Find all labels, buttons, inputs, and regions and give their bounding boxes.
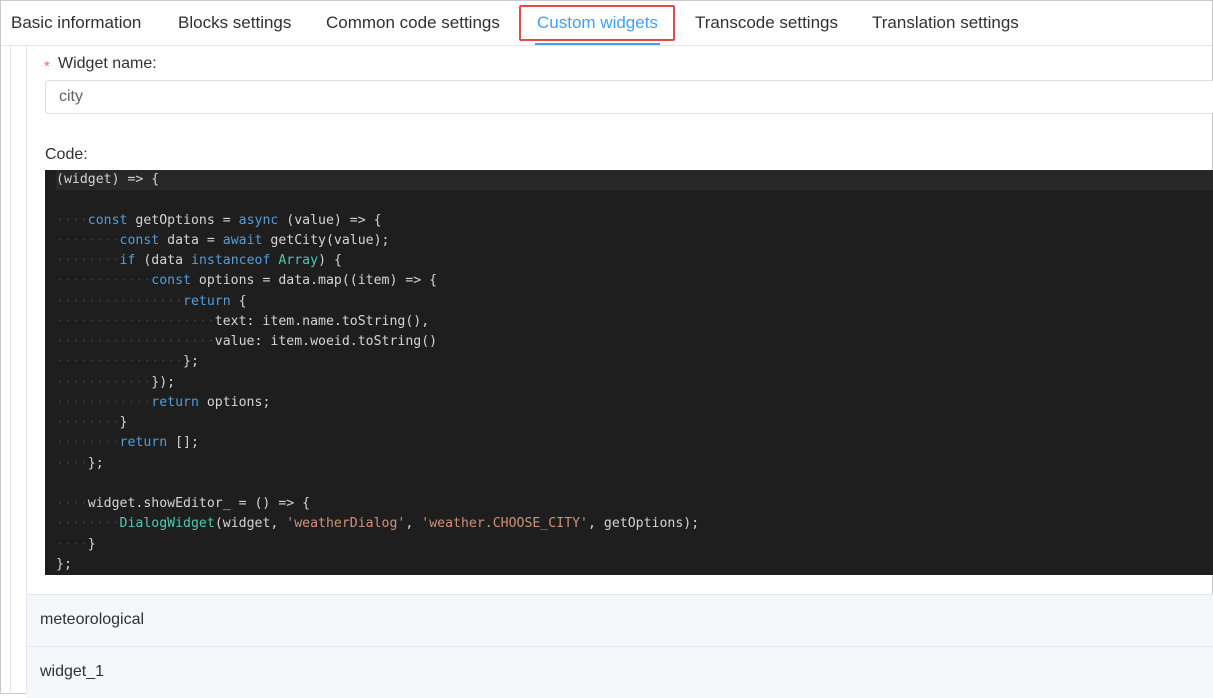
- code-line: ········}: [56, 415, 128, 430]
- code-line: ············const options = data.map((it…: [56, 273, 438, 289]
- tab-basic-information[interactable]: Basic information: [11, 13, 141, 33]
- tab-translation-settings[interactable]: Translation settings: [872, 13, 1019, 33]
- widget-list-item-widget-1[interactable]: widget_1: [27, 646, 1213, 698]
- tab-common-code-settings[interactable]: Common code settings: [326, 13, 500, 33]
- code-label: Code:: [45, 146, 88, 163]
- settings-tab-bar: Basic information Blocks settings Common…: [1, 1, 1212, 46]
- current-line-highlight: [56, 170, 1213, 190]
- widget-name-label: Widget name:: [58, 55, 157, 72]
- code-editor[interactable]: (widget) => { ····const getOptions = asyn…: [45, 170, 1213, 575]
- code-line: ····}: [56, 536, 96, 552]
- widget-name-input[interactable]: city: [45, 80, 1213, 114]
- code-line: ····················text: item.name.toSt…: [56, 313, 430, 329]
- tab-blocks-settings[interactable]: Blocks settings: [178, 13, 291, 33]
- code-line: (widget) => {: [56, 172, 160, 187]
- code-line: ····const getOptions = async (value) => …: [56, 212, 382, 228]
- widget-list-item-meteorological[interactable]: meteorological: [27, 594, 1213, 646]
- code-line: ············});: [56, 374, 176, 390]
- code-line: ····················value: item.woeid.to…: [56, 334, 438, 349]
- code-line: ····widget.showEditor_ = () => {: [56, 496, 311, 511]
- tab-transcode-settings[interactable]: Transcode settings: [695, 13, 838, 33]
- code-line: ················};: [56, 354, 199, 370]
- outer-guide-line: [10, 46, 11, 694]
- required-mark: *: [44, 58, 50, 75]
- code-line: ········return [];: [56, 435, 199, 451]
- code-line: ················return {: [56, 293, 247, 309]
- code-line: ····};: [56, 455, 104, 471]
- code-line: };: [56, 556, 72, 572]
- code-line: ········const data = await getCity(value…: [56, 232, 390, 248]
- code-line: ········DialogWidget(widget, 'weatherDia…: [56, 516, 700, 532]
- code-line: ············return options;: [56, 394, 271, 410]
- code-line: ········if (data instanceof Array) {: [56, 253, 342, 268]
- tab-custom-widgets[interactable]: Custom widgets: [535, 13, 660, 45]
